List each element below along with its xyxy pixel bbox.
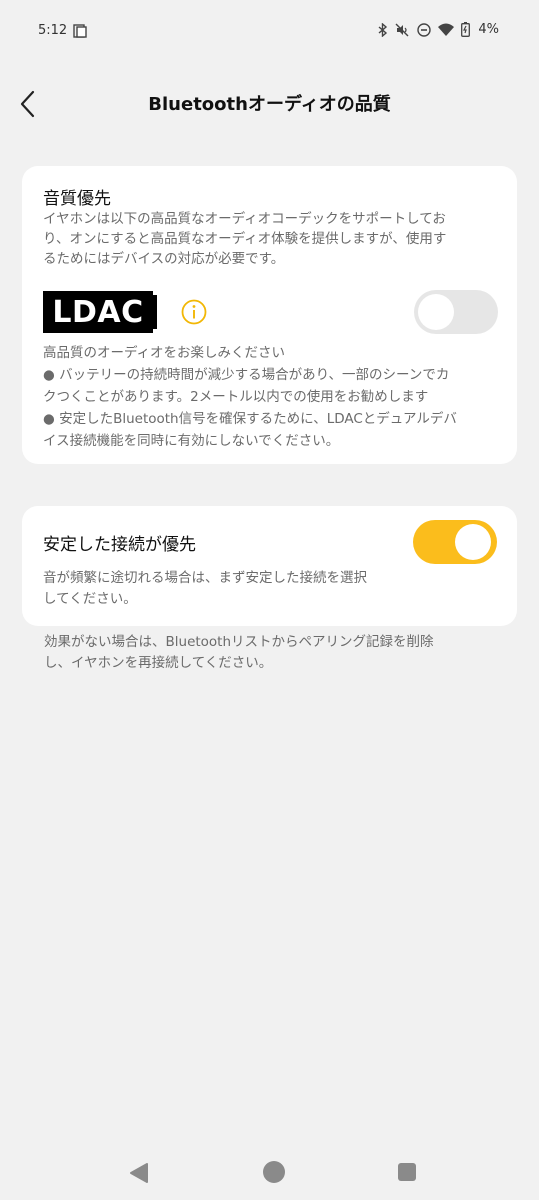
quality-priority-card: 音質優先 イヤホンは以下の高品質なオーディオコーデックをサポートしてお り、オン… (22, 166, 517, 464)
navigation-bar (0, 1140, 539, 1200)
toggle-knob (418, 294, 454, 330)
quality-priority-title: 音質優先 (43, 189, 111, 209)
do-not-disturb-icon (417, 22, 432, 37)
battery-percentage: 4% (478, 22, 499, 37)
mute-vibrate-icon (395, 23, 409, 36)
nav-back-icon[interactable] (128, 1162, 150, 1184)
ldac-logo: LDAC (43, 291, 161, 333)
info-icon[interactable] (181, 299, 207, 325)
page-title: Bluetoothオーディオの品質 (148, 94, 391, 115)
quality-priority-toggle[interactable] (414, 290, 498, 334)
description-line: してください。 (43, 591, 137, 607)
stable-connection-description: 音が頻繁に途切れる場合は、まず安定した接続を選択 してください。 (43, 568, 413, 610)
status-bar: 5:12 4% (0, 0, 539, 62)
note-line: クつくことがあります。2メートル以内での使用をお勧めします (43, 389, 429, 405)
footer-note-line: 効果がない場合は、Bluetoothリストからペアリング記録を削除 (44, 634, 434, 650)
stable-connection-title: 安定した接続が優先 (43, 535, 196, 555)
screenshot-icon (73, 24, 87, 38)
description-line: イヤホンは以下の高品質なオーディオコーデックをサポートしてお (43, 211, 446, 227)
note-line: 高品質のオーディオをお楽しみください (43, 345, 286, 361)
description-line: り、オンにすると高品質なオーディオ体験を提供しますが、使用す (43, 231, 447, 247)
description-line: るためにはデバイスの対応が必要です。 (43, 251, 285, 267)
note-line: ● 安定したBluetooth信号を確保するために、LDACとデュアルデバ (43, 411, 457, 427)
description-line: 音が頻繁に途切れる場合は、まず安定した接続を選択 (43, 570, 367, 586)
status-time: 5:12 (38, 23, 68, 38)
nav-recents-icon[interactable] (398, 1163, 416, 1181)
ldac-logo-text: LDAC (52, 294, 144, 330)
stable-connection-toggle[interactable] (413, 520, 497, 564)
toggle-knob (455, 524, 491, 560)
stable-connection-card: 安定した接続が優先 音が頻繁に途切れる場合は、まず安定した接続を選択 してくださ… (22, 506, 517, 626)
wifi-icon (438, 23, 455, 36)
ldac-logo-edge (153, 295, 157, 329)
bluetooth-icon (378, 22, 388, 37)
footer-note: 効果がない場合は、Bluetoothリストからペアリング記録を削除 し、イヤホン… (44, 632, 494, 674)
note-line: ● バッテリーの持続時間が減少する場合があり、一部のシーンでカ (43, 367, 450, 383)
status-icons: 4% (378, 22, 499, 37)
app-bar: Bluetoothオーディオの品質 (0, 78, 539, 130)
note-line: イス接続機能を同時に有効にしないでください。 (43, 433, 340, 449)
battery-charging-icon (461, 22, 471, 37)
nav-home-icon[interactable] (263, 1161, 285, 1183)
footer-note-line: し、イヤホンを再接続してください。 (44, 655, 273, 671)
quality-priority-notes: 高品質のオーディオをお楽しみください ● バッテリーの持続時間が減少する場合があ… (43, 342, 503, 452)
quality-priority-description: イヤホンは以下の高品質なオーディオコーデックをサポートしてお り、オンにすると高… (43, 209, 503, 269)
ldac-row: LDAC (43, 290, 498, 334)
